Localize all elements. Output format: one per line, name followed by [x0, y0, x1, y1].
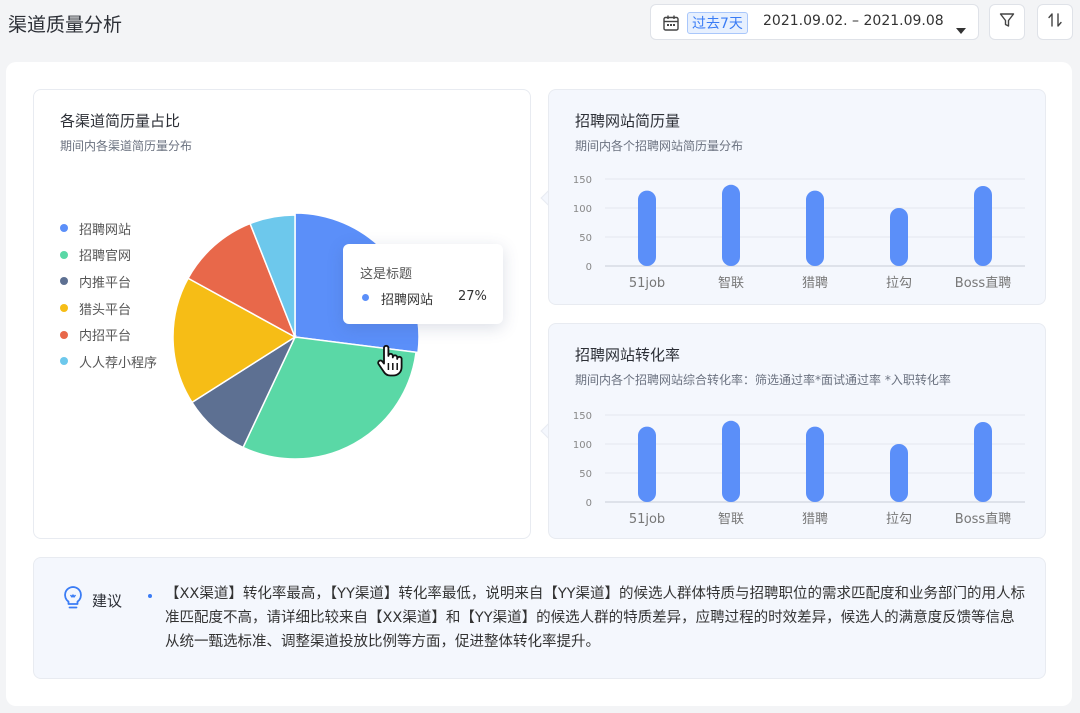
legend-label: 猎头平台: [79, 302, 132, 318]
conversion-bar-chart: 0 50 100 150 51job 智联 猎聘 拉勾 Boss直聘: [573, 411, 1025, 527]
conv-card-subtitle: 期间内各个招聘网站综合转化率：筛选通过率*面试通过率 *入职转化率: [575, 373, 951, 387]
x-tick-label: Boss直聘: [955, 512, 1011, 527]
y-tick-label: 50: [579, 469, 592, 480]
legend-item[interactable]: 招聘官网: [60, 242, 157, 269]
bar[interactable]: [974, 421, 992, 502]
x-tick-label: 智联: [718, 512, 744, 527]
site-card-title: 招聘网站简历量: [575, 112, 681, 130]
tooltip-value: 27%: [458, 289, 487, 304]
y-tick-label: 150: [573, 411, 592, 422]
legend-item[interactable]: 内招平台: [60, 321, 157, 348]
x-tick-label: 拉勾: [886, 512, 912, 527]
filter-button[interactable]: [989, 4, 1025, 40]
legend-label: 内招平台: [79, 329, 132, 345]
y-tick-label: 50: [579, 233, 592, 244]
x-tick-label: 猎聘: [802, 512, 828, 527]
legend-label: 招聘官网: [79, 249, 132, 265]
pie-card-title: 各渠道简历量占比: [60, 112, 181, 130]
legend-dot: [60, 277, 68, 286]
bar[interactable]: [638, 426, 656, 502]
pie-tooltip: 这是标题 招聘网站 27%: [343, 244, 503, 324]
bar[interactable]: [890, 444, 908, 502]
legend-dot: [60, 357, 68, 366]
y-tick-label: 100: [573, 204, 592, 215]
tooltip-dot: [362, 294, 369, 301]
suggestion-label: 建议: [92, 592, 123, 610]
sort-button[interactable]: [1037, 4, 1073, 40]
bar[interactable]: [806, 426, 824, 502]
site-card-subtitle: 期间内各个招聘网站简历量分布: [575, 139, 744, 153]
page-title: 渠道质量分析: [8, 14, 123, 36]
tooltip-title: 这是标题: [360, 267, 413, 282]
legend-item[interactable]: 内推平台: [60, 268, 157, 295]
bar[interactable]: [722, 184, 740, 266]
x-tick-label: Boss直聘: [955, 276, 1011, 291]
date-range-picker[interactable]: 过去7天 2021.09.02. – 2021.09.08: [650, 4, 979, 40]
y-tick-label: 0: [586, 262, 592, 273]
y-tick-label: 150: [573, 175, 592, 186]
tooltip-name: 招聘网站: [381, 293, 434, 308]
calendar-icon: [662, 14, 680, 36]
caret-down-icon[interactable]: [956, 19, 966, 38]
x-tick-label: 猎聘: [802, 276, 828, 291]
bar[interactable]: [974, 185, 992, 266]
y-tick-label: 100: [573, 440, 592, 451]
legend-dot: [60, 330, 68, 339]
x-tick-label: 拉勾: [886, 276, 912, 291]
conv-card-title: 招聘网站转化率: [575, 346, 681, 364]
lightbulb-icon: [62, 585, 84, 615]
site-volume-bar-chart: 0 50 100 150 51job 智联 猎聘 拉勾 Boss直聘: [573, 175, 1025, 291]
legend-dot: [60, 250, 68, 259]
legend-item[interactable]: 人人荐小程序: [60, 348, 157, 375]
legend-item[interactable]: 招聘网站: [60, 215, 157, 242]
filter-icon: [998, 11, 1016, 33]
bar[interactable]: [806, 190, 824, 266]
pie-legend: 招聘网站 招聘官网 内推平台 猎头平台 内招平台 人人荐小程序: [60, 215, 157, 375]
sort-icon: [1046, 11, 1064, 33]
date-range-text: 2021.09.02. – 2021.09.08: [763, 13, 944, 29]
legend-label: 招聘网站: [79, 222, 132, 238]
x-tick-label: 智联: [718, 276, 744, 291]
legend-item[interactable]: 猎头平台: [60, 295, 157, 322]
hand-pointer-icon: [375, 343, 405, 381]
bar[interactable]: [890, 208, 908, 266]
legend-dot: [60, 224, 68, 233]
legend-label: 人人荐小程序: [79, 355, 158, 371]
pie-card-subtitle: 期间内各渠道简历量分布: [60, 139, 193, 153]
legend-dot: [60, 304, 68, 313]
legend-label: 内推平台: [79, 275, 132, 291]
x-tick-label: 51job: [629, 512, 665, 527]
range-preset-chip[interactable]: 过去7天: [687, 12, 748, 34]
suggestion-bullet: [148, 594, 152, 598]
y-tick-label: 0: [586, 498, 592, 509]
suggestion-text: 【XX渠道】转化率最高，【YY渠道】转化率最低，说明来自【YY渠道】的候选人群体…: [165, 586, 1026, 650]
bar[interactable]: [638, 190, 656, 266]
x-tick-label: 51job: [629, 276, 665, 291]
bar[interactable]: [722, 420, 740, 502]
